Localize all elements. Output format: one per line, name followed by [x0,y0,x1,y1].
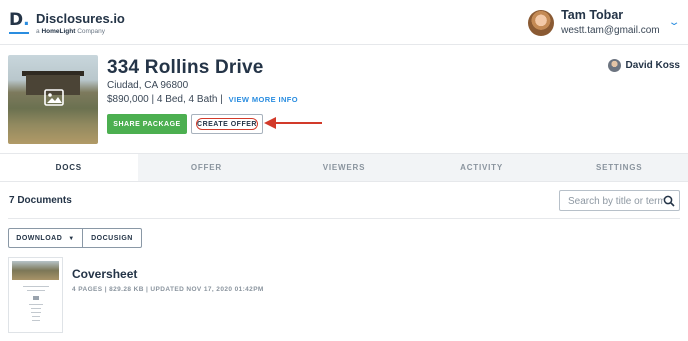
price-beds-baths: $890,000 | 4 Bed, 4 Bath | [107,94,223,105]
thumbnail-line [32,320,40,321]
document-thumbnail[interactable] [8,257,63,333]
tab-bar: DOCS OFFER VIEWERS ACTIVITY SETTINGS [0,153,688,182]
annotation-highlight-ring [196,118,258,130]
brand-name: Disclosures.io [36,11,125,26]
thumbnail-photo [12,261,59,280]
logo-text: Disclosures.io a HomeLight Company [36,11,125,36]
image-icon [44,89,64,106]
document-title[interactable]: Coversheet [72,267,137,281]
property-details: $890,000 | 4 Bed, 4 Bath | VIEW MORE INF… [107,94,298,105]
top-header: D. Disclosures.io a HomeLight Company Ta… [0,0,688,45]
tab-docs[interactable]: DOCS [0,154,138,181]
search-box[interactable] [559,190,680,211]
property-city: Ciudad, CA 96800 [107,80,189,91]
document-meta: 4 PAGES | 829.28 KB | UPDATED NOV 17, 20… [72,286,264,293]
user-menu[interactable]: Tam Tobar westt.tam@gmail.com ⌄ [528,0,688,45]
tab-viewers[interactable]: VIEWERS [275,154,413,181]
thumbnail-line [27,290,45,291]
tab-offer[interactable]: OFFER [138,154,276,181]
user-avatar [528,9,555,36]
thumbnail-line [31,312,41,313]
document-actions: DOWNLOAD ▼ DOCUSIGN [8,228,142,248]
thumbnail-line [31,308,41,309]
view-more-info-link[interactable]: VIEW MORE INFO [229,95,298,104]
thumbnail-line [29,304,43,305]
chevron-down-icon[interactable]: ⌄ [668,17,681,28]
share-package-button[interactable]: SHARE PACKAGE [107,114,187,134]
property-photo[interactable] [8,55,98,144]
documents-count: 7 Documents [9,195,72,206]
thumbnail-line [23,286,49,287]
user-info: Tam Tobar westt.tam@gmail.com [561,7,660,39]
agent[interactable]: David Koss [607,59,680,72]
brand-logo[interactable]: D. Disclosures.io a HomeLight Company [9,11,125,36]
annotation-arrow-icon [264,117,322,129]
tab-activity[interactable]: ACTIVITY [413,154,551,181]
thumbnail-line [33,296,39,300]
tab-settings[interactable]: SETTINGS [550,154,688,181]
search-icon[interactable] [663,195,675,207]
download-label: DOWNLOAD [16,234,63,242]
docusign-button[interactable]: DOCUSIGN [83,228,142,248]
download-button[interactable]: DOWNLOAD ▼ [8,228,83,248]
agent-avatar [607,59,621,72]
brand-tagline: a HomeLight Company [36,28,106,35]
agent-name: David Koss [625,60,680,71]
create-offer-button[interactable]: CREATE OFFER [191,114,263,134]
search-input[interactable] [568,194,664,208]
thumbnail-line [32,316,40,317]
section-divider [8,218,680,219]
user-email: westt.tam@gmail.com [561,24,660,36]
user-name: Tam Tobar [561,7,624,22]
caret-down-icon: ▼ [68,235,75,242]
property-title: 334 Rollins Drive [107,57,264,78]
logo-mark: D. [9,11,35,34]
